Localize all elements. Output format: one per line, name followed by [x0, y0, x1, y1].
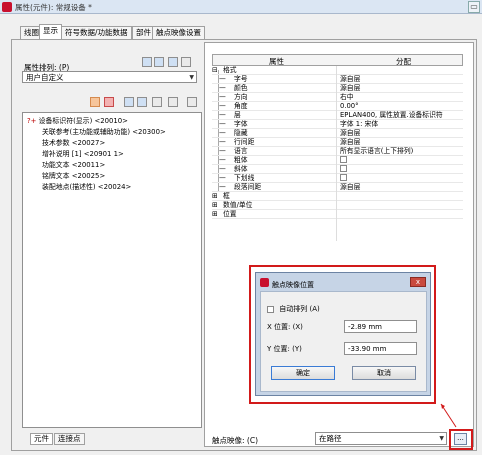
- grid-row[interactable]: — 字号 源自层: [212, 75, 463, 84]
- cancel-button[interactable]: 取消: [352, 366, 416, 380]
- dialog-title: 触点映像位置: [272, 281, 314, 289]
- grid-row[interactable]: — 语言 所有显示语言(上下排列): [212, 147, 463, 156]
- grid-row[interactable]: — 层 EPLAN400, 属性放置.设备标识符: [212, 111, 463, 120]
- grid-row[interactable]: ⊞ 位置: [212, 210, 463, 219]
- window-title: 属性(元件): 常规设备 *: [15, 3, 92, 12]
- y-position-input[interactable]: -33.90 mm: [344, 342, 417, 355]
- tree-branch-icon: —: [219, 120, 226, 128]
- chevron-down-icon: ▼: [189, 74, 194, 81]
- italic-checkbox[interactable]: [340, 165, 347, 172]
- tab-symbol-function-data[interactable]: 符号数据/功能数据: [61, 26, 132, 39]
- grid-row[interactable]: — 字体 字体 1: 宋体: [212, 120, 463, 129]
- contact-image-label: 触点映像: (C): [212, 436, 258, 445]
- dialog-app-icon: [260, 278, 269, 287]
- grid-row[interactable]: — 粗体: [212, 156, 463, 165]
- grid-row[interactable]: ⊟ 格式: [212, 66, 463, 75]
- annotation-arrow: [440, 403, 457, 428]
- tree-branch-icon: —: [219, 138, 226, 146]
- auto-arrange-label: 自动排列 (A): [279, 305, 320, 313]
- arrange-select[interactable]: 用户自定义 ▼: [22, 71, 197, 83]
- dialog-close-button[interactable]: x: [410, 277, 426, 287]
- grid-row[interactable]: — 下划线: [212, 174, 463, 183]
- tree-branch-icon: —: [219, 84, 226, 92]
- contact-image-position-dialog: 触点映像位置 x 自动排列 (A) X 位置: (X) -2.89 mm Y 位…: [255, 272, 431, 396]
- grid-row[interactable]: ⊞ 数值/单位: [212, 201, 463, 210]
- tree-branch-icon: —: [219, 75, 226, 83]
- grid-row[interactable]: — 斜体: [212, 165, 463, 174]
- tab-display[interactable]: 显示: [39, 24, 62, 39]
- tree-branch-icon: —: [219, 165, 226, 173]
- grid-row[interactable]: — 行间距 源自层: [212, 138, 463, 147]
- save-scheme-icon[interactable]: [142, 57, 152, 67]
- x-position-label: X 位置: (X): [267, 323, 303, 331]
- auto-arrange-row[interactable]: 自动排列 (A): [267, 304, 320, 314]
- bold-checkbox[interactable]: [340, 156, 347, 163]
- settings-icon[interactable]: [187, 97, 197, 107]
- grid-row[interactable]: ⊞ 框: [212, 192, 463, 201]
- tree-item[interactable]: 增补说明 [1] <20901 1>: [42, 150, 124, 159]
- group-expand-icon[interactable]: ⊞: [212, 201, 218, 209]
- grid-row[interactable]: — 隐藏 源自层: [212, 129, 463, 138]
- contact-image-select-value: 在路径: [319, 434, 342, 443]
- grid-row[interactable]: — 角度 0.00°: [212, 102, 463, 111]
- arrange-select-value: 用户自定义: [26, 73, 64, 82]
- grid-header: 属性 分配: [212, 54, 463, 66]
- load-scheme-icon[interactable]: [154, 57, 164, 67]
- group-toggle-icon[interactable]: ⊟: [212, 66, 218, 74]
- window-close-button[interactable]: ▭: [468, 1, 480, 13]
- tree-item[interactable]: 功能文本 <20011>: [42, 161, 105, 170]
- attribute-tree[interactable]: ?+ 设备标识符(显示) <20010> 关联参考(主功能或辅助功能) <203…: [22, 112, 202, 428]
- move-up-icon[interactable]: [124, 97, 134, 107]
- app-icon: [2, 2, 12, 12]
- collapse-icon[interactable]: [168, 97, 178, 107]
- tree-branch-icon: —: [219, 147, 226, 155]
- import-scheme-icon[interactable]: [181, 57, 191, 67]
- auto-arrange-checkbox[interactable]: [267, 305, 274, 313]
- tree-branch-icon: —: [219, 156, 226, 164]
- group-expand-icon[interactable]: ⊞: [212, 192, 218, 200]
- tree-item[interactable]: 关联参考(主功能或辅助功能) <20300>: [42, 128, 166, 137]
- tab-contact-image-settings[interactable]: 触点映像设置: [152, 26, 205, 39]
- x-position-input[interactable]: -2.89 mm: [344, 320, 417, 333]
- ok-button[interactable]: 确定: [271, 366, 335, 380]
- tree-node-marker-icon: ?+: [27, 117, 37, 125]
- more-options-button[interactable]: ...: [454, 433, 467, 445]
- tree-branch-icon: —: [219, 183, 226, 191]
- chevron-down-icon: ▼: [439, 435, 444, 442]
- tree-branch-icon: —: [219, 102, 226, 110]
- delete-item-icon[interactable]: [104, 97, 114, 107]
- grid-row[interactable]: — 段落间距 源自层: [212, 183, 463, 192]
- tab-component[interactable]: 元件: [30, 433, 53, 445]
- contact-image-select[interactable]: 在路径 ▼: [315, 432, 447, 445]
- grid-row[interactable]: — 方向 右中: [212, 93, 463, 102]
- expand-icon[interactable]: [152, 97, 162, 107]
- tree-item[interactable]: 技术参数 <20027>: [42, 139, 105, 148]
- move-down-icon[interactable]: [137, 97, 147, 107]
- tab-connection-point[interactable]: 连接点: [54, 433, 85, 445]
- tree-item[interactable]: 装配地点(描述性) <20024>: [42, 183, 131, 192]
- tree-branch-icon: —: [219, 111, 226, 119]
- group-expand-icon[interactable]: ⊞: [212, 210, 218, 218]
- dialog-body: 自动排列 (A) X 位置: (X) -2.89 mm Y 位置: (Y) -3…: [260, 291, 427, 392]
- tree-item[interactable]: ?+ 设备标识符(显示) <20010>: [27, 117, 128, 126]
- new-item-icon[interactable]: [90, 97, 100, 107]
- grid-row[interactable]: — 颜色 源自层: [212, 84, 463, 93]
- y-position-label: Y 位置: (Y): [267, 345, 302, 353]
- tree-branch-icon: —: [219, 174, 226, 182]
- window-titlebar: 属性(元件): 常规设备 * ▭: [0, 0, 482, 14]
- tree-item[interactable]: 铭牌文本 <20025>: [42, 172, 105, 181]
- tree-branch-icon: —: [219, 93, 226, 101]
- tree-branch-icon: —: [219, 129, 226, 137]
- underline-checkbox[interactable]: [340, 174, 347, 181]
- export-scheme-icon[interactable]: [168, 57, 178, 67]
